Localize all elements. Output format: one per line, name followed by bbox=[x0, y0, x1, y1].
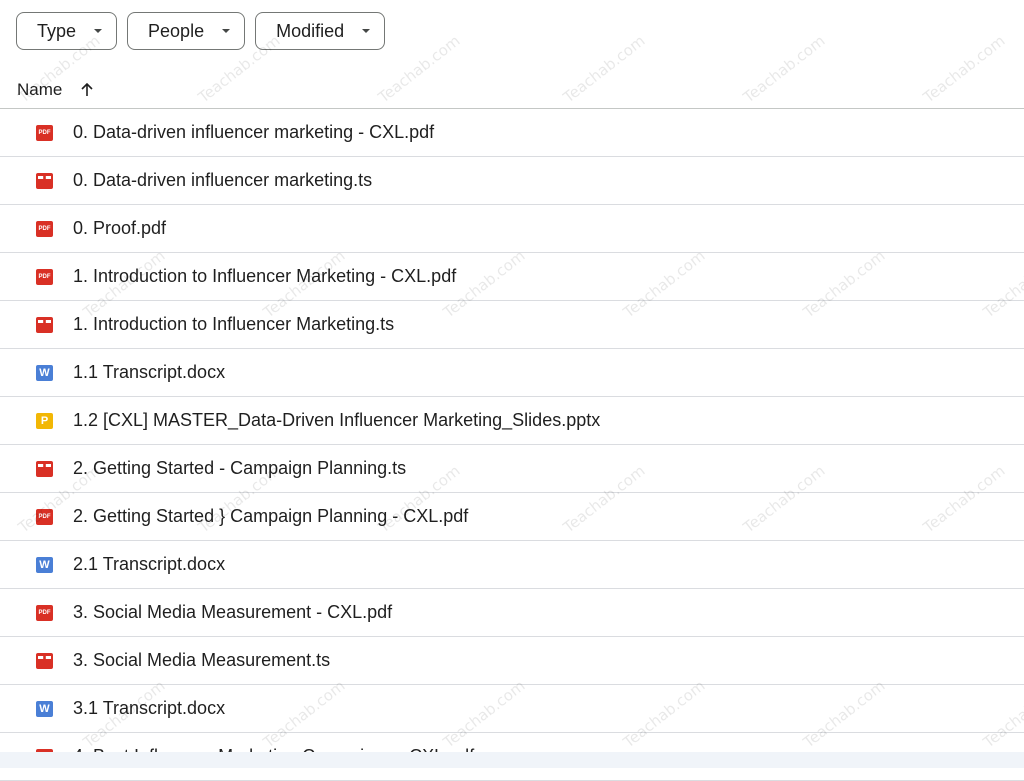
file-name: 0. Data-driven influencer marketing - CX… bbox=[73, 122, 435, 142]
file-name: 1.2 [CXL] MASTER_Data-Driven Influencer … bbox=[73, 410, 601, 430]
list-header: Name bbox=[0, 72, 1024, 109]
file-name: 2.1 Transcript.docx bbox=[73, 554, 226, 574]
slides-file-icon: P bbox=[36, 412, 53, 429]
file-row[interactable]: PDF 1. Introduction to Influencer Marketi… bbox=[0, 253, 1024, 301]
video-file-icon bbox=[36, 652, 53, 669]
file-list: PDF 0. Data-driven influencer marketing -… bbox=[0, 109, 1024, 781]
chevron-down-icon bbox=[222, 29, 231, 33]
filter-bar: Type People Modified bbox=[16, 12, 386, 50]
video-file-icon bbox=[36, 460, 53, 477]
file-name: 3. Social Media Measurement.ts bbox=[73, 650, 331, 670]
chevron-down-icon bbox=[362, 29, 371, 33]
word-doc-icon: W bbox=[36, 700, 53, 717]
pdf-file-icon: PDF bbox=[36, 124, 53, 141]
file-row[interactable]: W 3.1 Transcript.docx bbox=[0, 685, 1024, 733]
scroll-fade bbox=[0, 752, 1024, 768]
arrow-up-icon[interactable] bbox=[80, 83, 94, 97]
file-name: 2. Getting Started } Campaign Planning -… bbox=[73, 506, 469, 526]
filter-people-button[interactable]: People bbox=[127, 12, 246, 50]
file-name: 0. Proof.pdf bbox=[73, 218, 167, 238]
pdf-file-icon: PDF bbox=[36, 604, 53, 621]
file-name: 1. Introduction to Influencer Marketing.… bbox=[73, 314, 395, 334]
file-row[interactable]: 0. Data-driven influencer marketing.ts bbox=[0, 157, 1024, 205]
file-row[interactable]: 3. Social Media Measurement.ts bbox=[0, 637, 1024, 685]
file-row[interactable]: PDF 3. Social Media Measurement - CXL.pdf bbox=[0, 589, 1024, 637]
file-name: 1. Introduction to Influencer Marketing … bbox=[73, 266, 457, 286]
filter-type-button[interactable]: Type bbox=[16, 12, 118, 50]
file-name: 3.1 Transcript.docx bbox=[73, 698, 226, 718]
filter-modified-label: Modified bbox=[276, 20, 345, 41]
file-row[interactable]: W 1.1 Transcript.docx bbox=[0, 349, 1024, 397]
word-doc-icon: W bbox=[36, 364, 53, 381]
file-row[interactable]: 2. Getting Started - Campaign Planning.t… bbox=[0, 445, 1024, 493]
file-name: 1.1 Transcript.docx bbox=[73, 362, 226, 382]
video-file-icon bbox=[36, 316, 53, 333]
file-name: 3. Social Media Measurement - CXL.pdf bbox=[73, 602, 393, 622]
video-file-icon bbox=[36, 172, 53, 189]
file-name: 0. Data-driven influencer marketing.ts bbox=[73, 170, 373, 190]
file-row[interactable]: PDF 2. Getting Started } Campaign Plannin… bbox=[0, 493, 1024, 541]
file-row[interactable]: PDF 0. Proof.pdf bbox=[0, 205, 1024, 253]
pdf-file-icon: PDF bbox=[36, 220, 53, 237]
file-name: 2. Getting Started - Campaign Planning.t… bbox=[73, 458, 407, 478]
filter-people-label: People bbox=[148, 20, 205, 41]
filter-type-label: Type bbox=[37, 20, 77, 41]
pdf-file-icon: PDF bbox=[36, 268, 53, 285]
word-doc-icon: W bbox=[36, 556, 53, 573]
pdf-file-icon: PDF bbox=[36, 508, 53, 525]
chevron-down-icon bbox=[94, 29, 103, 33]
filter-modified-button[interactable]: Modified bbox=[255, 12, 386, 50]
file-row[interactable]: 1. Introduction to Influencer Marketing.… bbox=[0, 301, 1024, 349]
name-column-header[interactable]: Name bbox=[17, 80, 62, 100]
file-row[interactable]: PDF 0. Data-driven influencer marketing -… bbox=[0, 109, 1024, 157]
file-row[interactable]: P 1.2 [CXL] MASTER_Data-Driven Influencer… bbox=[0, 397, 1024, 445]
file-row[interactable]: W 2.1 Transcript.docx bbox=[0, 541, 1024, 589]
